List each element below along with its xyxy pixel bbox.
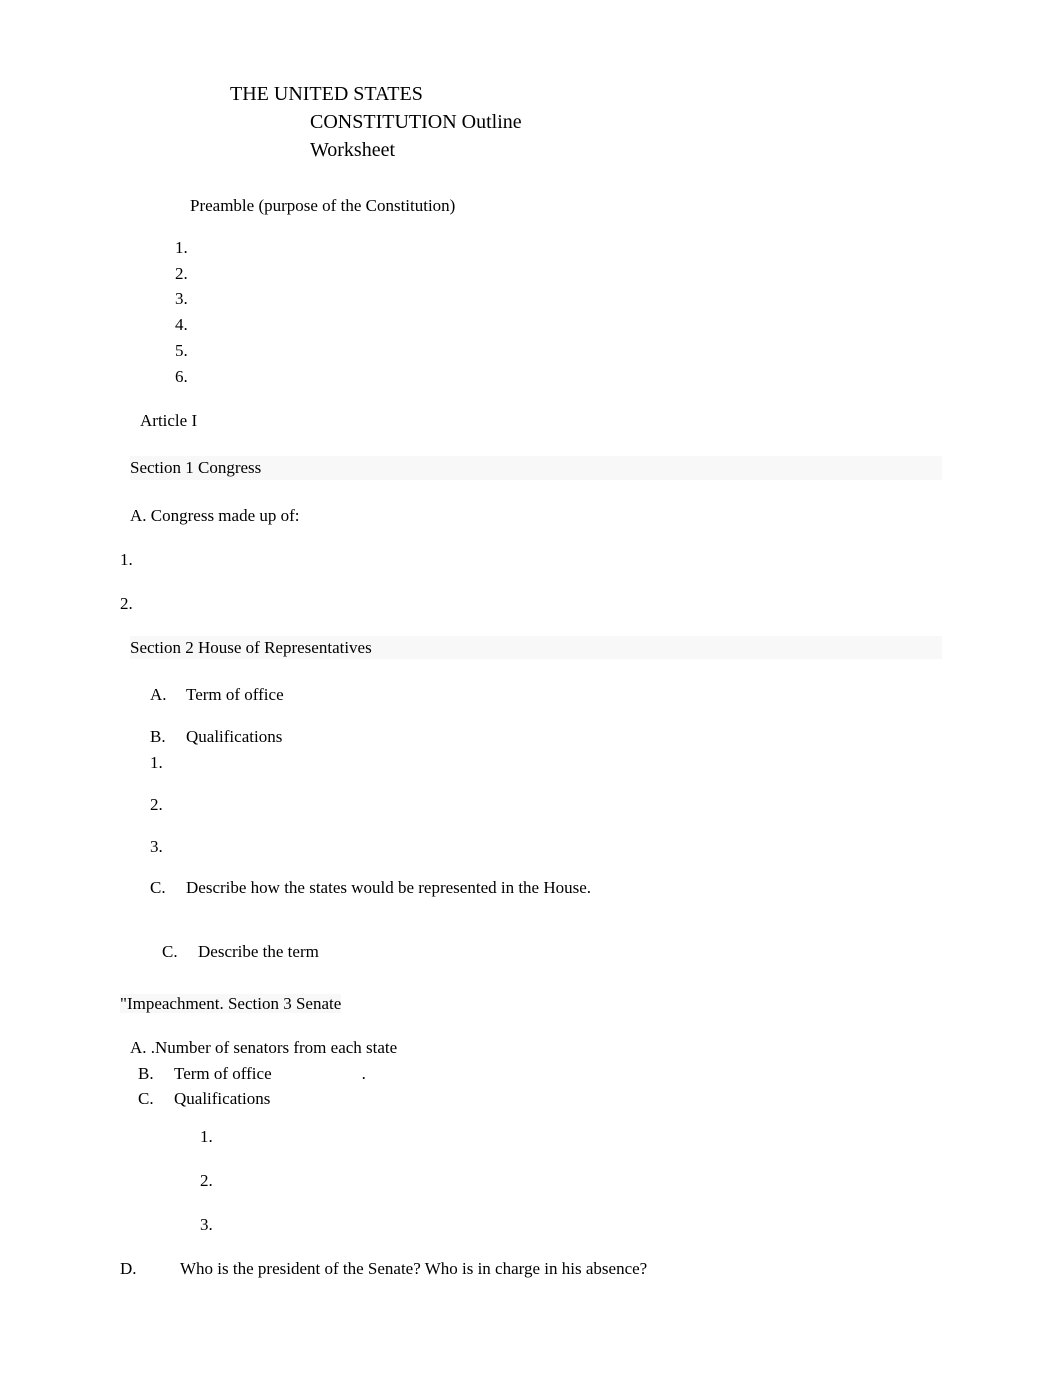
- preamble-list: 1. 2. 3. 4. 5. 6.: [175, 236, 942, 389]
- preamble-item: 4.: [175, 313, 942, 337]
- preamble-item: 2.: [175, 262, 942, 286]
- preamble-header: Preamble (purpose of the Constitution): [190, 194, 942, 218]
- article-1-heading: Article I: [140, 409, 942, 433]
- item-letter: C.: [162, 940, 198, 964]
- item-letter: C.: [138, 1087, 174, 1111]
- section-3-heading: "Impeachment. Section 3 Senate: [120, 992, 942, 1016]
- section-1-heading: Section 1 Congress: [130, 456, 942, 480]
- section-3-item-c: C. Qualifications: [138, 1087, 942, 1111]
- preamble-item: 1.: [175, 236, 942, 260]
- qual-num: 2.: [150, 793, 942, 817]
- item-text: Term of office: [186, 683, 284, 707]
- section-2-item-c2: C. Describe the term: [162, 940, 942, 964]
- preamble-item: 5.: [175, 339, 942, 363]
- preamble-item: 3.: [175, 287, 942, 311]
- section-3-c-nums: 1. 2. 3.: [200, 1125, 942, 1236]
- article-1-label: Article I: [140, 411, 197, 430]
- section-2-items: A. Term of office B. Qualifications 1. 2…: [150, 683, 942, 964]
- section-2-item-a: A. Term of office: [150, 683, 942, 707]
- title-line-3: Worksheet: [310, 136, 942, 164]
- item-text: Term of office: [174, 1062, 272, 1086]
- section-1-num-1: 1.: [120, 548, 942, 572]
- item-text: Qualifications: [186, 725, 282, 749]
- section-3-item-b: B. Term of office .: [138, 1062, 942, 1086]
- item-text: Describe how the states would be represe…: [186, 876, 591, 900]
- item-letter: C.: [150, 876, 186, 900]
- preamble-item: 6.: [175, 365, 942, 389]
- section-1-num-2: 2.: [120, 592, 942, 616]
- section-2-b-nums: 1. 2. 3.: [180, 751, 942, 858]
- title-line-1: THE UNITED STATES: [230, 80, 942, 108]
- section-2-item-b: B. Qualifications: [150, 725, 942, 749]
- section-2-item-c: C. Describe how the states would be repr…: [150, 876, 942, 900]
- item-letter: B.: [138, 1062, 174, 1086]
- section-3-item-a: A. .Number of senators from each state: [130, 1036, 942, 1060]
- qual-num: 1.: [200, 1125, 942, 1149]
- item-letter: D.: [120, 1257, 180, 1281]
- qual-num: 3.: [150, 835, 942, 859]
- item-letter: A.: [150, 683, 186, 707]
- section-1-sub-a: A. Congress made up of:: [130, 504, 942, 528]
- qual-num: 3.: [200, 1213, 942, 1237]
- document-title: THE UNITED STATES CONSTITUTION Outline W…: [230, 80, 942, 164]
- item-text: Qualifications: [174, 1087, 270, 1111]
- section-2-heading: Section 2 House of Representatives: [130, 636, 942, 660]
- item-dot: .: [362, 1062, 366, 1086]
- qual-num: 1.: [150, 751, 942, 775]
- item-text: Describe the term: [198, 940, 319, 964]
- section-3-items-bc: B. Term of office . C. Qualifications: [138, 1062, 942, 1112]
- qual-num: 2.: [200, 1169, 942, 1193]
- section-3-heading-text: "Impeachment. Section 3 Senate: [120, 994, 341, 1013]
- item-letter: B.: [150, 725, 186, 749]
- title-line-2: CONSTITUTION Outline: [310, 108, 942, 136]
- item-text: Who is the president of the Senate? Who …: [180, 1257, 647, 1281]
- section-3-item-d: D. Who is the president of the Senate? W…: [120, 1257, 942, 1281]
